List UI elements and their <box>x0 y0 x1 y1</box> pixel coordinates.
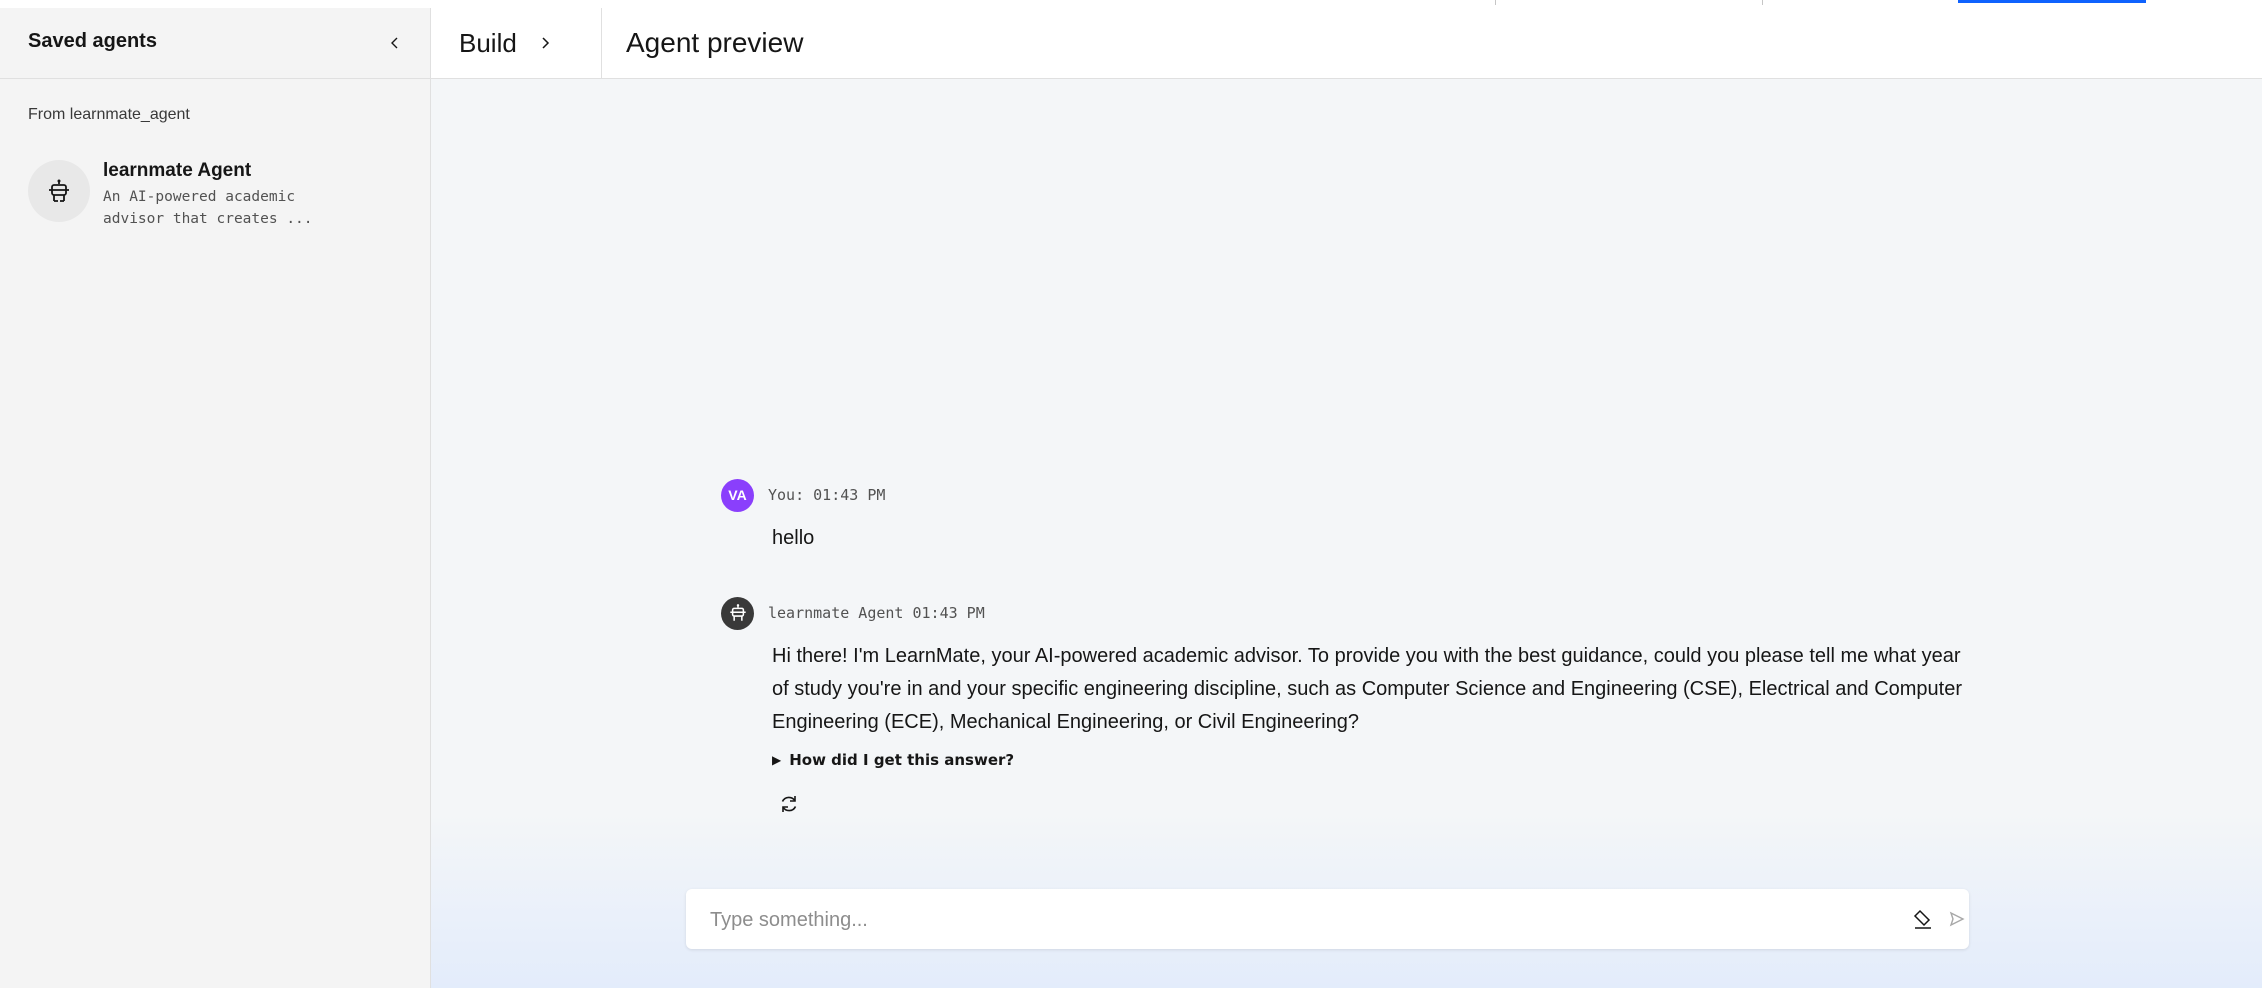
collapse-sidebar-button[interactable] <box>378 26 412 60</box>
breadcrumb-divider <box>601 8 602 78</box>
robot-icon <box>49 179 69 202</box>
saved-agents-sidebar: Saved agents From learnmate_agent learnm… <box>0 8 431 988</box>
sidebar-header: Saved agents <box>0 8 430 79</box>
send-icon <box>1949 911 1965 927</box>
user-avatar: VA <box>721 478 754 512</box>
refresh-icon <box>781 796 797 812</box>
explain-answer-label: How did I get this answer? <box>789 751 1015 769</box>
main-header: Build Agent preview <box>431 8 2262 79</box>
sidebar-title: Saved agents <box>28 30 157 52</box>
agent-avatar <box>721 596 754 630</box>
chat-message-agent: learnmate Agent 01:43 PM Hi there! I'm L… <box>721 596 1981 821</box>
agent-preview-panel: Build Agent preview VA You: 01:43 PM hel… <box>431 8 2262 988</box>
message-header: VA You: 01:43 PM <box>721 478 1981 512</box>
agent-avatar <box>28 160 90 222</box>
regenerate-button[interactable] <box>772 787 806 821</box>
agent-name: learnmate Agent <box>103 160 252 181</box>
message-meta: You: 01:43 PM <box>768 486 886 504</box>
caret-right-icon: ▶ <box>772 753 782 767</box>
agent-group-label: From learnmate_agent <box>28 106 190 123</box>
chat-message-user: VA You: 01:43 PM hello <box>721 478 1981 555</box>
agent-description: An AI-powered academic advisor that crea… <box>103 189 313 227</box>
page-title: Agent preview <box>626 27 804 58</box>
active-tab-indicator <box>1958 0 2146 3</box>
chevron-right-icon <box>539 36 553 50</box>
message-meta: learnmate Agent 01:43 PM <box>768 604 985 622</box>
breadcrumb-build[interactable]: Build <box>459 8 553 78</box>
message-input[interactable] <box>708 889 1812 951</box>
chevron-left-icon <box>391 37 398 49</box>
robot-icon <box>729 604 746 621</box>
message-text: hello <box>772 527 815 549</box>
eraser-icon <box>1913 909 1931 929</box>
top-strip <box>0 0 2262 8</box>
message-header: learnmate Agent 01:43 PM <box>721 596 1981 630</box>
top-separator <box>1495 0 1496 5</box>
top-separator <box>1762 0 1763 5</box>
breadcrumb-build-label: Build <box>459 27 517 58</box>
send-button[interactable] <box>1940 902 1974 936</box>
saved-agent-item[interactable]: learnmate Agent An AI-powered academic a… <box>28 156 408 236</box>
chat-composer <box>686 889 1969 951</box>
clear-chat-button[interactable] <box>1906 902 1940 936</box>
message-text: Hi there! I'm LearnMate, your AI-powered… <box>772 645 1962 733</box>
explain-answer-toggle[interactable]: ▶ How did I get this answer? <box>772 751 1981 769</box>
